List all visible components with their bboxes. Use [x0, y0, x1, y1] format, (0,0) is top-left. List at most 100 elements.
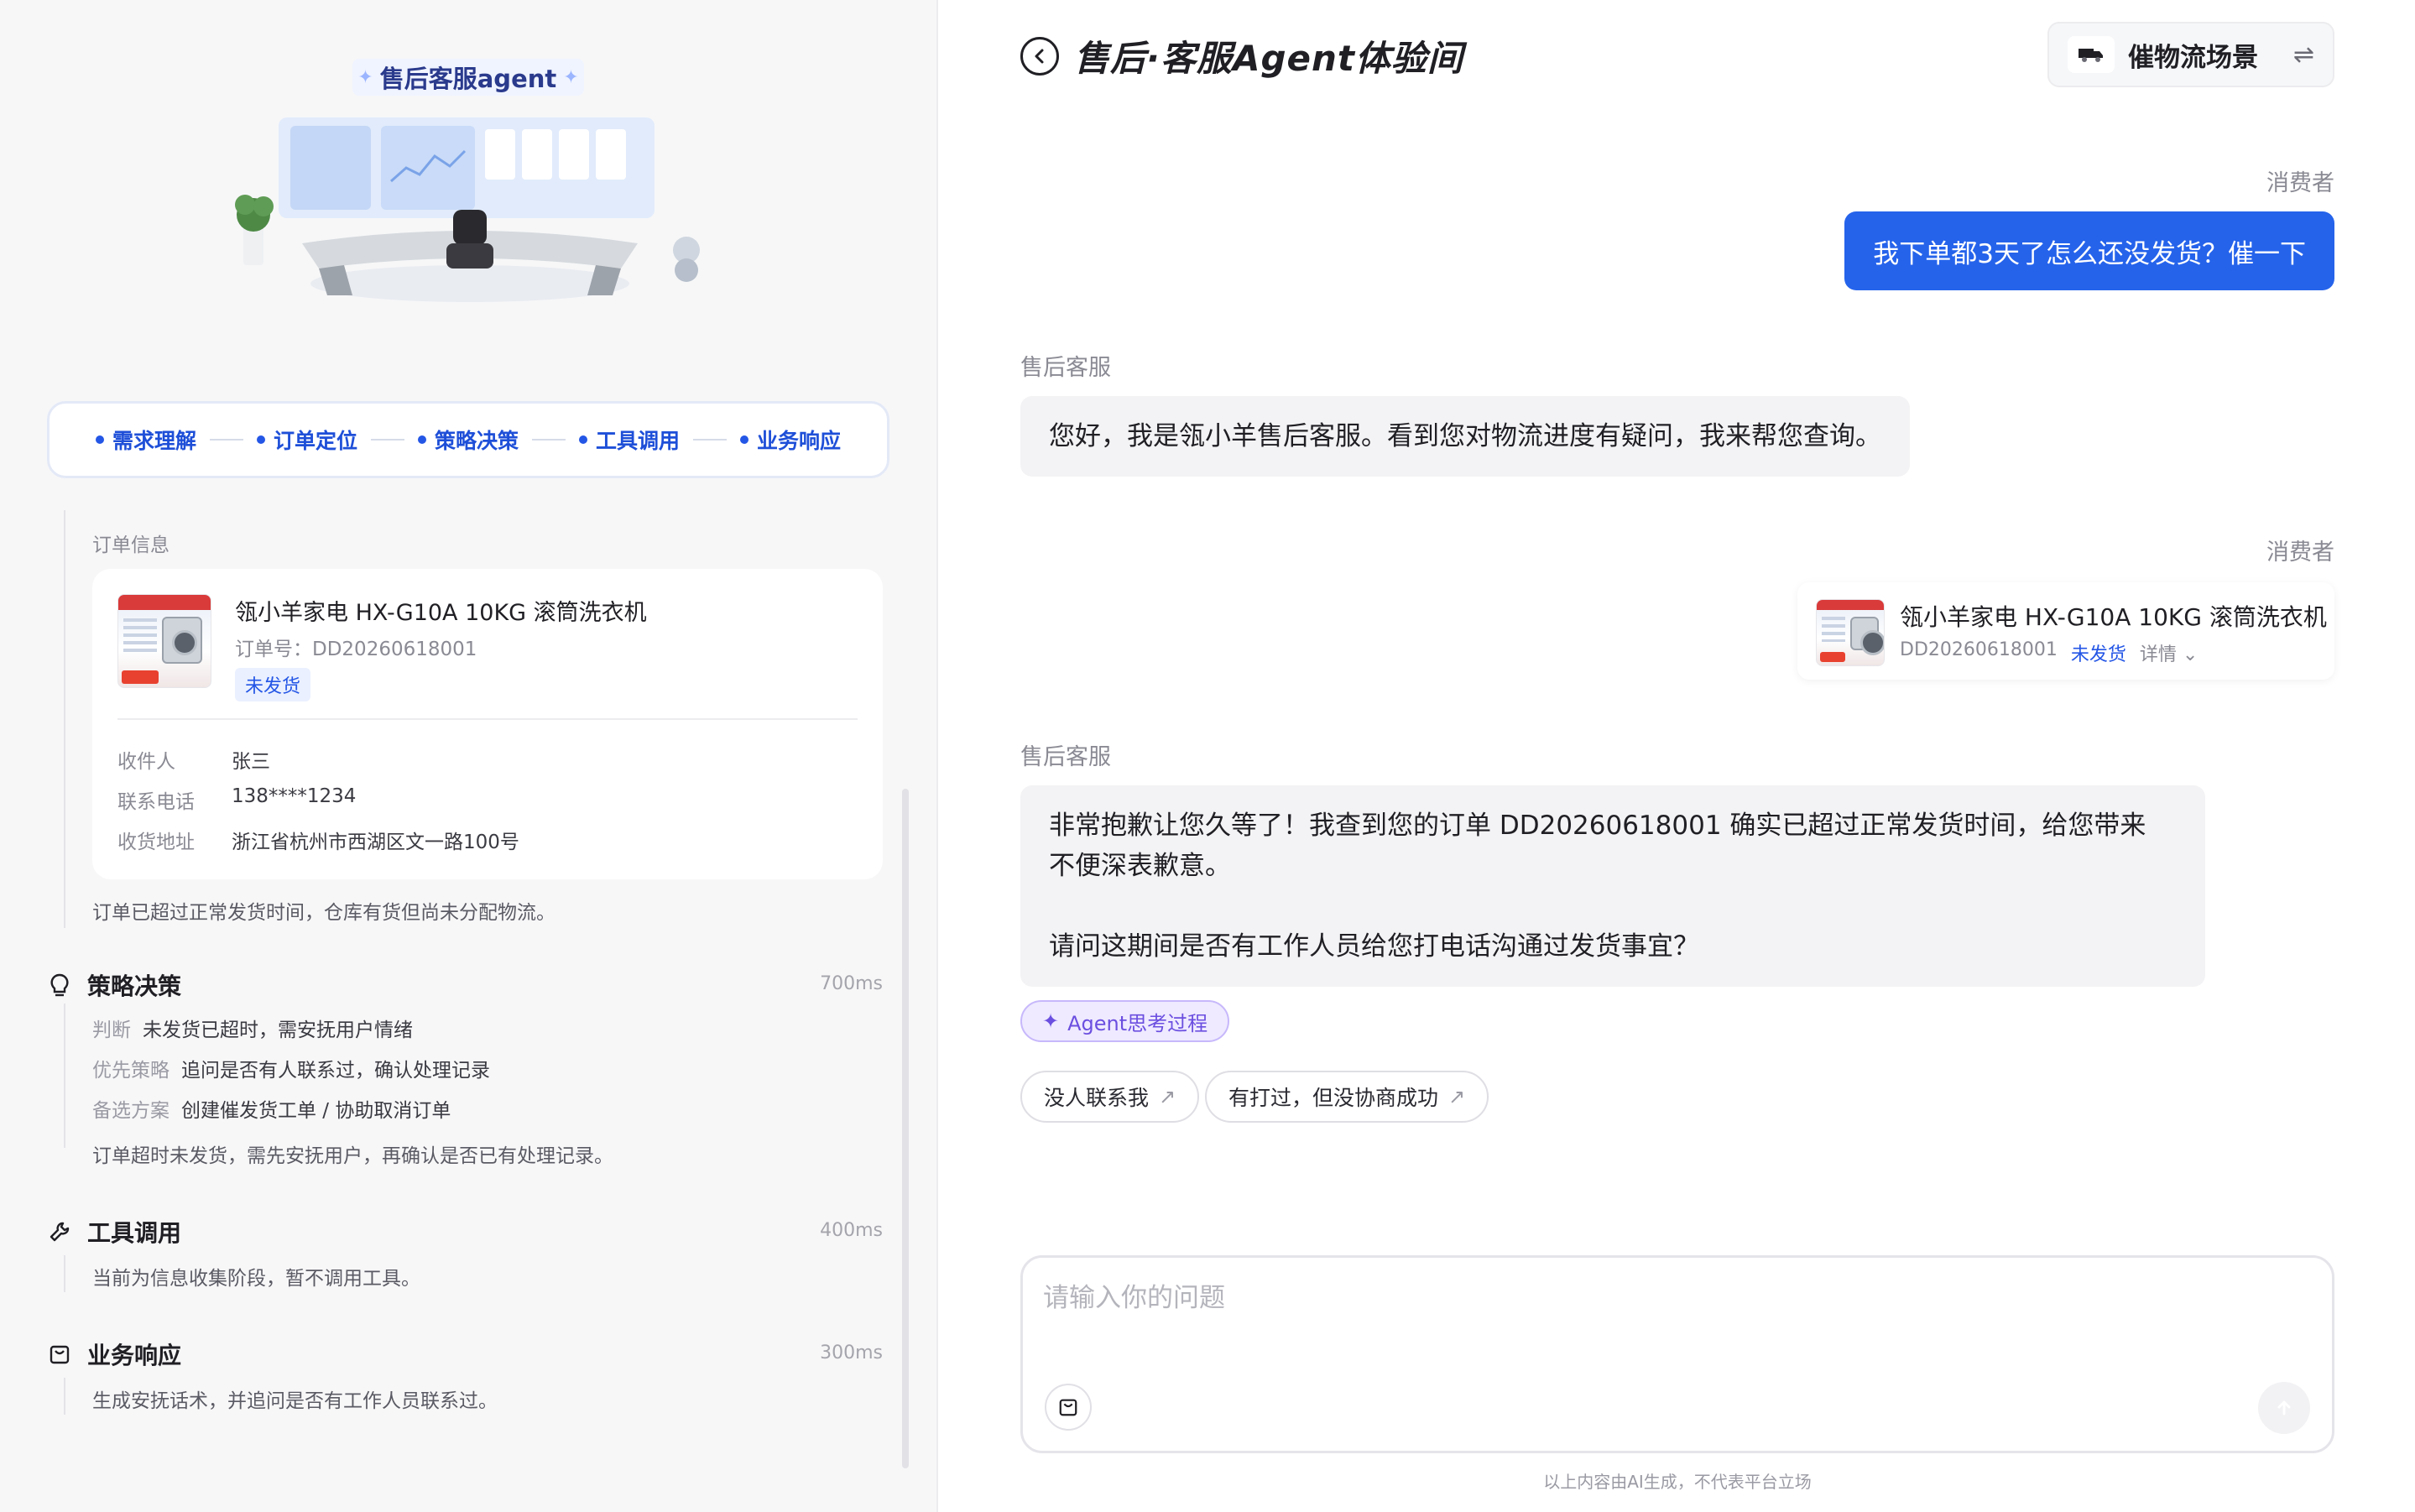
field-value: 浙江省杭州市西湖区文一路100号 — [232, 832, 519, 853]
tools-header: 工具调用 — [47, 1215, 181, 1249]
agent-thinking-button[interactable]: ✦ Agent思考过程 — [1020, 1000, 1230, 1042]
step-connector — [693, 439, 728, 441]
field-key: 收货地址 — [117, 832, 195, 853]
agent-message-line: 非常抱歉让您久等了！我查到您的订单 DD20260618001 确实已超过正常发… — [1049, 811, 2146, 841]
product-card-message[interactable]: 瓴小羊家电 HX-G10A 10KG 滚筒洗衣机 DD20260618001 未… — [1797, 582, 2334, 680]
chat-input[interactable] — [1043, 1276, 2302, 1343]
chat-input-box — [1020, 1255, 2334, 1453]
order-number: DD20260618001 — [1900, 639, 2058, 660]
order-info-card: 瓴小羊家电 HX-G10A 10KG 滚筒洗衣机 订单号：DD202606180… — [92, 569, 883, 879]
chip-label: 没人联系我 — [1044, 1086, 1150, 1110]
scene-label: 催物流场景 — [2128, 42, 2258, 73]
step-connector — [532, 439, 566, 441]
step-strategy[interactable]: 策略决策 — [417, 425, 519, 455]
tools-title: 工具调用 — [87, 1219, 182, 1247]
product-thumbnail — [117, 594, 211, 688]
step-label: 订单定位 — [273, 429, 357, 453]
agent-message-line: 不便深表歉意。 — [1049, 851, 1231, 881]
step-tools[interactable]: 工具调用 — [579, 425, 680, 455]
sparkle-icon: ✦ — [1042, 1009, 1060, 1033]
order-note: 订单已超过正常发货时间，仓库有货但尚未分配物流。 — [92, 902, 556, 924]
agent-message-line: 请问这期间是否有工作人员给您打电话沟通过发货事宜？ — [1049, 931, 1699, 962]
agent-label: 售后客服 — [1020, 355, 1111, 381]
sparkle-icon: ✦ — [563, 66, 579, 88]
chevron-down-icon: ⌄ — [2182, 644, 2199, 665]
step-dot-icon — [95, 435, 104, 444]
step-dot-icon — [256, 435, 265, 444]
quick-reply-chip[interactable]: 没人联系我 ↗ — [1020, 1071, 1200, 1123]
product-title: 瓴小羊家电 HX-G10A 10KG 滚筒洗衣机 — [235, 600, 647, 626]
tools-duration: 400ms — [820, 1220, 883, 1241]
lightbulb-icon — [47, 972, 72, 998]
order-info-label: 订单信息 — [92, 534, 170, 556]
field-value: 138****1234 — [232, 785, 357, 807]
hero-illustration — [235, 117, 700, 302]
scrollbar[interactable] — [902, 789, 909, 1468]
field-key: 判断 — [92, 1019, 131, 1041]
page-title: 售后·客服Agent体验间 — [1074, 38, 1463, 79]
product-meta: DD20260618001 未发货 详情 ⌄ — [1900, 639, 2198, 666]
field-value: 追问是否有人联系过，确认处理记录 — [181, 1060, 490, 1082]
wrench-icon — [47, 1219, 72, 1244]
product-thumbnail — [1816, 599, 1885, 666]
strategy-fallback: 备选方案 创建催发货工单 / 协助取消订单 — [92, 1094, 451, 1123]
strategy-priority: 优先策略 追问是否有人联系过，确认处理记录 — [92, 1054, 490, 1082]
field-key: 优先策略 — [92, 1060, 170, 1082]
step-dot-icon — [579, 435, 587, 444]
truck-icon — [2068, 36, 2115, 73]
hero-title: ✦ 售后客服agent ✦ — [352, 59, 584, 96]
status-badge: 未发货 — [2070, 644, 2126, 665]
chat-header: 售后·客服Agent体验间 — [1020, 30, 1463, 81]
timeline-line — [64, 1255, 65, 1292]
strategy-title: 策略决策 — [87, 972, 182, 1000]
agent-process-panel: ✦ 售后客服agent ✦ 需求理解 订单定位 策略决策 工具调用 业务响应 订… — [0, 0, 938, 1512]
step-intent[interactable]: 需求理解 — [95, 425, 196, 455]
field-key: 备选方案 — [92, 1100, 170, 1122]
strategy-duration: 700ms — [820, 973, 883, 994]
response-note: 生成安抚话术，并追问是否有工作人员联系过。 — [92, 1390, 498, 1412]
strategy-judgement: 判断 未发货已超时，需安抚用户情绪 — [92, 1014, 413, 1042]
detail-link[interactable]: 详情 ⌄ — [2140, 639, 2198, 666]
arrow-up-right-icon: ↗ — [1448, 1085, 1466, 1108]
timeline-line — [64, 1378, 65, 1415]
field-key: 收件人 — [117, 751, 175, 773]
chat-panel: 售后·客服Agent体验间 催物流场景 ⇌ 消费者 我下单都3天了怎么还没发货？… — [940, 0, 2415, 1512]
step-label: 需求理解 — [112, 429, 196, 453]
user-message: 我下单都3天了怎么还没发货？催一下 — [1844, 211, 2334, 290]
agent-message: 您好，我是瓴小羊售后客服。看到您对物流进度有疑问，我来帮您查询。 — [1020, 396, 1910, 477]
field-value: 创建催发货工单 / 协助取消订单 — [181, 1100, 451, 1122]
recipient-row: 收件人 张三 — [117, 745, 270, 774]
shopping-bag-icon — [47, 1342, 72, 1367]
order-number: 订单号：DD20260618001 — [235, 639, 477, 660]
process-detail-scroll[interactable]: 订单信息 瓴小羊家电 HX-G10A 10KG 滚筒洗衣机 订单号：DD2026… — [47, 510, 889, 1500]
shopping-bag-icon — [1059, 1399, 1077, 1416]
think-label: Agent思考过程 — [1067, 1011, 1208, 1035]
field-value: 未发货已超时，需安抚用户情绪 — [143, 1019, 413, 1041]
arrow-up-icon — [2277, 1400, 2291, 1416]
step-label: 策略决策 — [434, 429, 519, 453]
response-duration: 300ms — [820, 1343, 883, 1363]
agent-steps-bar: 需求理解 订单定位 策略决策 工具调用 业务响应 — [47, 401, 889, 478]
consumer-label: 消费者 — [2266, 170, 2334, 196]
step-dot-icon — [417, 435, 426, 444]
address-row: 收货地址 浙江省杭州市西湖区文一路100号 — [117, 826, 519, 854]
step-order[interactable]: 订单定位 — [256, 425, 357, 455]
field-key: 联系电话 — [117, 791, 195, 813]
consumer-label: 消费者 — [2266, 540, 2334, 566]
response-header: 业务响应 — [47, 1337, 181, 1371]
agent-label: 售后客服 — [1020, 744, 1111, 770]
quick-reply-chip[interactable]: 有打过，但没协商成功 ↗ — [1205, 1071, 1489, 1123]
detail-label: 详情 — [2139, 644, 2177, 665]
step-response[interactable]: 业务响应 — [740, 425, 841, 455]
order-attach-button[interactable] — [1045, 1384, 1092, 1431]
divider — [117, 718, 858, 720]
timeline-line — [64, 1004, 65, 1148]
agent-message: 非常抱歉让您久等了！我查到您的订单 DD20260618001 确实已超过正常发… — [1020, 785, 2205, 987]
timeline-line — [64, 510, 65, 928]
send-button[interactable] — [2258, 1382, 2310, 1434]
scene-switch-button[interactable]: 催物流场景 ⇌ — [2047, 22, 2334, 87]
back-button[interactable] — [1020, 36, 1059, 76]
product-title: 瓴小羊家电 HX-G10A 10KG 滚筒洗衣机 — [1900, 603, 2327, 631]
ai-disclaimer: 以上内容由AI生成，不代表平台立场 — [1543, 1472, 1812, 1492]
status-badge: 未发货 — [235, 668, 311, 701]
